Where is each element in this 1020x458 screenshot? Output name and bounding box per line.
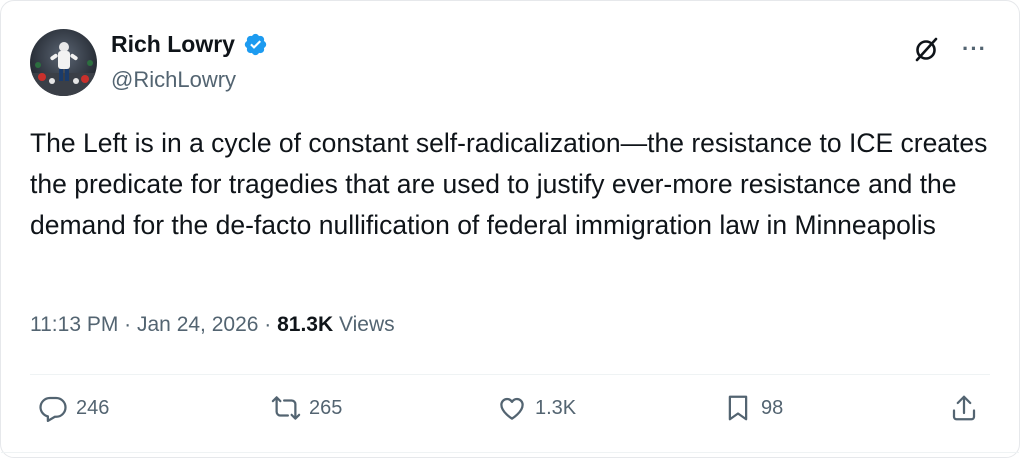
repost-arrows-icon	[271, 393, 301, 423]
repost-count: 265	[309, 396, 343, 419]
share-upload-icon	[949, 393, 979, 423]
grok-slash-icon[interactable]	[912, 35, 940, 63]
heart-icon	[497, 393, 527, 423]
tweet-text: The Left is in a cycle of constant self-…	[30, 128, 988, 240]
share-button[interactable]	[949, 393, 979, 423]
tweet-meta: 11:13 PM · Jan 24, 2026 · 81.3K Views	[30, 313, 395, 337]
verified-badge-icon[interactable]	[243, 32, 268, 57]
repost-button[interactable]: 265	[271, 393, 342, 423]
bookmark-icon	[723, 393, 753, 423]
tweet-time[interactable]: 11:13 PM	[30, 313, 118, 337]
bottom-divider	[1, 452, 1019, 453]
author-handle[interactable]: @RichLowry	[111, 67, 236, 93]
bookmark-count: 98	[761, 396, 784, 419]
reply-count: 246	[76, 396, 110, 419]
tweet-card: Rich Lowry @RichLowry ··· The Left is in…	[0, 0, 1020, 458]
avatar[interactable]	[30, 29, 97, 96]
divider	[30, 374, 990, 375]
tweet-date[interactable]: Jan 24, 2026	[137, 313, 258, 337]
views-label: Views	[333, 313, 395, 336]
meta-separator: ·	[118, 313, 137, 336]
meta-separator: ·	[258, 313, 278, 336]
like-count: 1.3K	[535, 396, 577, 419]
avatar-image	[30, 29, 97, 96]
more-options-icon[interactable]: ···	[962, 38, 987, 60]
reply-button[interactable]: 246	[38, 393, 109, 423]
author-name-row: Rich Lowry	[111, 31, 268, 58]
reply-bubble-icon	[38, 393, 68, 423]
header-actions: ···	[912, 35, 987, 63]
author-name[interactable]: Rich Lowry	[111, 31, 235, 58]
bookmark-button[interactable]: 98	[723, 393, 783, 423]
views-count: 81.3K	[277, 313, 334, 336]
action-bar: 246 265 1.3K 98	[1, 393, 1020, 433]
like-button[interactable]: 1.3K	[497, 393, 576, 423]
